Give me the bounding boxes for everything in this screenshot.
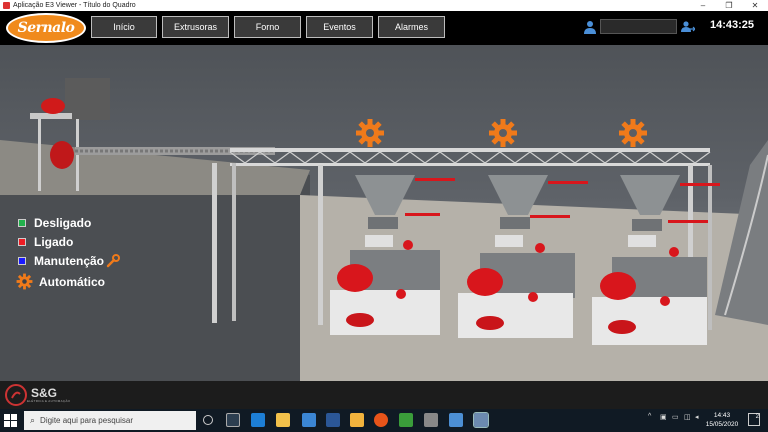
taskbar-clock[interactable]: 14:43 15/05/2020	[704, 411, 740, 429]
motor-red[interactable]	[600, 272, 636, 300]
firefox-icon[interactable]	[374, 413, 388, 427]
restore-button[interactable]: ❐	[716, 0, 742, 11]
taskbar-date: 15/05/2020	[705, 421, 739, 428]
nav-forno-button[interactable]: Forno	[234, 16, 301, 38]
file-explorer-icon[interactable]	[276, 413, 290, 427]
header-clock: 14:43:25	[710, 19, 755, 31]
e3-viewer-taskbar-icon[interactable]	[473, 412, 489, 428]
app-icon-yellow[interactable]	[350, 413, 364, 427]
os-taskbar: ⌕ Digite aqui para pesquisar ^ ▣ ▭ ◫ ◂ 1…	[0, 409, 768, 432]
nav-eventos-button[interactable]: Eventos	[306, 16, 373, 38]
legend-automatic: Automático	[16, 272, 120, 291]
legend-off: Desligado	[18, 213, 120, 232]
app-icon	[3, 2, 10, 9]
search-placeholder: Digite aqui para pesquisar	[40, 416, 133, 425]
automatic-gear-icon[interactable]	[618, 118, 648, 148]
app-icon-green[interactable]	[399, 413, 413, 427]
automatic-gear-icon[interactable]	[488, 118, 518, 148]
close-button[interactable]: ✕	[742, 0, 768, 11]
motor-red[interactable]	[41, 98, 65, 114]
app-icon-gray[interactable]	[424, 413, 438, 427]
legend-automatic-label: Automático	[39, 274, 105, 289]
wrench-icon	[106, 253, 121, 267]
logo-text: Sernalo	[17, 20, 75, 36]
user-switch-icon[interactable]	[681, 20, 695, 34]
gear-icon	[16, 273, 33, 290]
sg-brand-sub: ELÉTRICA E AUTOMAÇÃO	[27, 399, 71, 403]
status-legend: Desligado Ligado Manutenção Automático	[16, 213, 121, 291]
edge-icon[interactable]	[251, 413, 265, 427]
mail-icon[interactable]	[302, 413, 316, 427]
plant-scene: Desligado Ligado Manutenção Automático	[0, 45, 768, 381]
network-icon[interactable]: ◫	[684, 413, 691, 421]
red-square-icon	[18, 237, 26, 246]
legend-maintenance-label: Manutenção	[34, 253, 105, 268]
legend-on-label: Ligado	[34, 234, 74, 249]
e3-viewer-window: Aplicação E3 Viewer - Título do Quadro –…	[0, 0, 768, 432]
volume-icon[interactable]: ◂	[695, 413, 699, 421]
search-icon: ⌕	[30, 415, 36, 425]
sg-brand: S&G	[31, 386, 58, 400]
minimize-button[interactable]: –	[690, 0, 716, 11]
notification-count: 2	[755, 414, 759, 420]
legend-off-label: Desligado	[34, 215, 92, 230]
user-login-icon[interactable]	[583, 20, 597, 34]
task-view-icon[interactable]	[226, 413, 240, 427]
current-user-field	[600, 19, 677, 34]
sg-logo: S&G ELÉTRICA E AUTOMAÇÃO	[5, 384, 70, 406]
battery-icon[interactable]: ▭	[672, 413, 679, 421]
tray-chevron-icon[interactable]: ^	[648, 413, 651, 420]
app-icon-blue[interactable]	[449, 413, 463, 427]
windows-start-icon[interactable]	[4, 414, 17, 427]
legend-on: Ligado	[18, 232, 120, 251]
company-logo[interactable]: Sernalo	[6, 13, 86, 43]
taskbar-time: 14:43	[713, 412, 731, 419]
tray-app-icon[interactable]: ▣	[660, 413, 667, 421]
notifications-icon[interactable]: 2	[748, 413, 760, 426]
store-icon[interactable]	[326, 413, 340, 427]
automatic-gear-icon[interactable]	[355, 118, 385, 148]
window-titlebar: Aplicação E3 Viewer - Título do Quadro –…	[0, 0, 768, 11]
motor-red[interactable]	[50, 141, 74, 169]
app-header: Sernalo Início Extrusoras Forno Eventos …	[0, 11, 768, 45]
cortana-icon[interactable]	[203, 415, 213, 425]
motor-red[interactable]	[467, 268, 503, 296]
nav-extrusoras-button[interactable]: Extrusoras	[162, 16, 229, 38]
sg-emblem-icon	[5, 384, 27, 406]
green-square-icon	[18, 218, 26, 227]
nav-alarmes-button[interactable]: Alarmes	[378, 16, 445, 38]
legend-maintenance: Manutenção	[18, 251, 121, 270]
blue-square-icon	[18, 256, 26, 265]
nav-inicio-button[interactable]: Início	[91, 16, 157, 38]
taskbar-search-box[interactable]: ⌕ Digite aqui para pesquisar	[24, 411, 196, 430]
app-footer: S&G ELÉTRICA E AUTOMAÇÃO	[0, 381, 768, 409]
window-title: Aplicação E3 Viewer - Título do Quadro	[13, 2, 136, 9]
motor-red[interactable]	[337, 264, 373, 292]
